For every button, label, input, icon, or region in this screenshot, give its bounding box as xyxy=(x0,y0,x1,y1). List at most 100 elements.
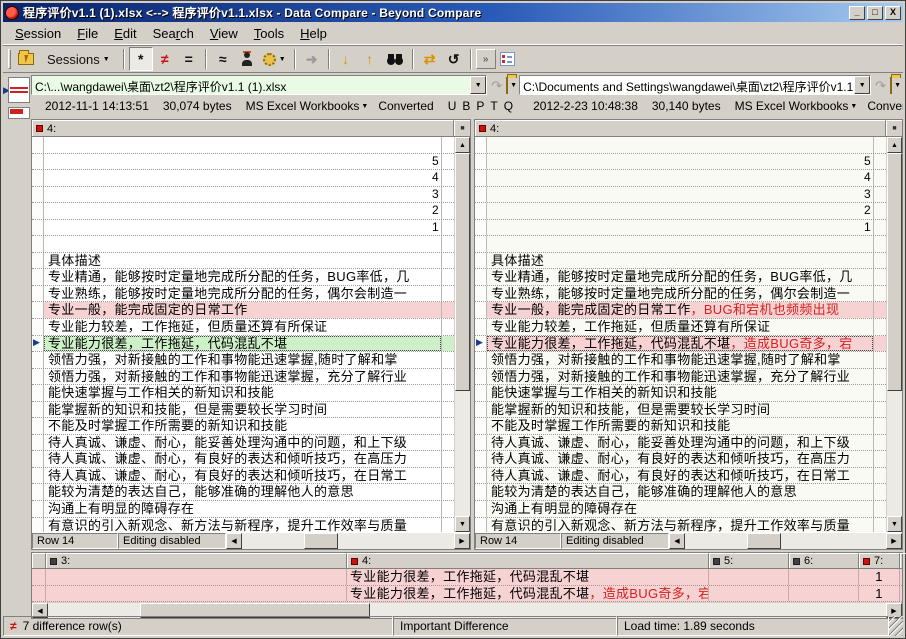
table-row[interactable]: ▶专业能力很差，工作拖延，代码混乱不堪 xyxy=(32,336,454,353)
detail-column-header[interactable]: 3: xyxy=(46,553,347,568)
table-row[interactable]: 4 xyxy=(32,170,454,187)
cell-text[interactable]: 能掌握新的知识和技能，但是需要较长学习时间 xyxy=(44,402,441,418)
scroll-right-icon[interactable]: ▶ xyxy=(454,533,470,549)
table-row[interactable]: 5 xyxy=(475,154,886,171)
left-path-dropdown-icon[interactable]: ▼ xyxy=(470,76,486,94)
table-row[interactable]: 专业精通，能够按时定量地完成所分配的任务，BUG率低，几 xyxy=(32,269,454,286)
scroll-up-icon[interactable]: ▲ xyxy=(887,137,902,153)
scroll-right-icon[interactable]: ▶ xyxy=(886,533,902,549)
toolbar-grip[interactable] xyxy=(8,49,11,69)
cell-text[interactable]: 专业熟练，能够按时定量地完成所分配的任务，偶尔会制造一 xyxy=(487,286,873,302)
cell-text[interactable]: 1 xyxy=(487,220,873,236)
resize-grip[interactable] xyxy=(889,616,903,636)
next-difference-button[interactable]: ↓ xyxy=(334,47,358,71)
detail-column-header[interactable]: 7: xyxy=(859,553,900,568)
table-row[interactable]: 领悟力强，对新接触的工作和事物能迅速掌握，充分了解行业 xyxy=(475,369,886,386)
table-row[interactable]: 待人真诚、谦虚、耐心，有良好的表达和倾听技巧，在日常工 xyxy=(32,468,454,485)
cell-text[interactable]: 5 xyxy=(44,154,441,170)
table-row[interactable]: 沟通上有明显的障碍存在 xyxy=(32,501,454,518)
detail-cell[interactable] xyxy=(789,586,859,602)
table-row[interactable]: 3 xyxy=(32,187,454,204)
left-vertical-scrollbar[interactable]: ▲ ▼ xyxy=(454,137,470,532)
cell-text[interactable]: 专业能力很差，工作拖延，代码混乱不堪，造成BUG奇多，宕 xyxy=(487,336,873,352)
format-flag-t[interactable]: T xyxy=(490,99,497,113)
format-flag-b[interactable]: B xyxy=(462,99,470,113)
format-flag-p[interactable]: P xyxy=(476,99,484,113)
menu-search[interactable]: Search xyxy=(145,24,202,43)
menu-session[interactable]: Session xyxy=(7,24,69,43)
detail-row[interactable]: 专业能力很差，工作拖延，代码混乱不堪1 xyxy=(32,569,902,586)
table-row[interactable]: 1 xyxy=(475,220,886,237)
format-flag-q[interactable]: Q xyxy=(504,99,513,113)
table-row[interactable]: 不能及时掌握工作所需要的新知识和技能 xyxy=(32,418,454,435)
left-browse-folder-icon[interactable] xyxy=(506,79,508,92)
detail-cell[interactable]: 1 xyxy=(859,586,900,602)
table-row[interactable]: 待人真诚、谦虚、耐心，能妥善处理沟通中的问题，和上下级 xyxy=(32,435,454,452)
scroll-down-icon[interactable]: ▼ xyxy=(887,516,902,532)
table-row[interactable]: 能快速掌握与工作相关的新知识和技能 xyxy=(32,385,454,402)
scrollbar-thumb[interactable] xyxy=(304,533,338,549)
cell-text[interactable]: 待人真诚、谦虚、耐心，有良好的表达和倾听技巧，在高压力 xyxy=(44,451,441,467)
table-row[interactable] xyxy=(32,236,454,253)
cell-text[interactable]: 待人真诚、谦虚、耐心，有良好的表达和倾听技巧，在日常工 xyxy=(487,468,873,484)
title-bar[interactable]: 程序评价v1.1 (1).xlsx <--> 程序评价v1.1.xlsx - D… xyxy=(3,3,903,22)
cell-text[interactable]: 领悟力强，对新接触的工作和事物能迅速掌握,随时了解和掌 xyxy=(487,352,873,368)
cell-text[interactable]: 5 xyxy=(487,154,873,170)
table-row[interactable]: 2 xyxy=(475,203,886,220)
cell-text[interactable]: 专业一般，能完成固定的日常工作 xyxy=(44,302,441,318)
right-header-options-button[interactable]: ■ xyxy=(886,120,902,136)
show-matches-button[interactable]: = xyxy=(177,47,201,71)
cell-text[interactable] xyxy=(487,236,873,252)
session-settings-button[interactable]: ▼ xyxy=(259,47,290,71)
previous-difference-button[interactable]: ↑ xyxy=(358,47,382,71)
scrollbar-thumb[interactable] xyxy=(455,153,470,391)
menu-edit[interactable]: Edit xyxy=(106,24,144,43)
left-file-format-dropdown[interactable]: MS Excel Workbooks xyxy=(246,99,360,113)
right-path-dropdown-icon[interactable]: ▼ xyxy=(854,76,870,94)
table-row[interactable] xyxy=(475,137,886,154)
table-row[interactable]: 专业精通，能够按时定量地完成所分配的任务，BUG率低，几 xyxy=(475,269,886,286)
table-row[interactable]: 具体描述 xyxy=(475,253,886,270)
detail-column-header[interactable]: 5: xyxy=(709,553,789,568)
cell-text[interactable] xyxy=(44,236,441,252)
detail-cell[interactable]: 1 xyxy=(859,569,900,585)
maximize-button[interactable]: □ xyxy=(867,6,883,20)
view-mode-button[interactable] xyxy=(496,47,520,71)
cell-text[interactable]: 3 xyxy=(487,187,873,203)
table-row[interactable]: 待人真诚、谦虚、耐心，有良好的表达和倾听技巧，在日常工 xyxy=(475,468,886,485)
table-row[interactable]: 领悟力强，对新接触的工作和事物能迅速掌握,随时了解和掌 xyxy=(475,352,886,369)
detail-cell[interactable] xyxy=(46,569,347,585)
cell-text[interactable]: 待人真诚、谦虚、耐心，有良好的表达和倾听技巧，在日常工 xyxy=(44,468,441,484)
right-browse-folder-icon[interactable] xyxy=(890,79,892,92)
cell-text[interactable]: 专业一般，能完成固定的日常工作，BUG和宕机也频频出现 xyxy=(487,302,873,318)
sessions-dropdown[interactable]: Sessions ▼ xyxy=(38,47,119,71)
cell-text[interactable]: 3 xyxy=(44,187,441,203)
diff-map-thumbnail[interactable] xyxy=(8,77,30,103)
detail-cell[interactable] xyxy=(709,586,789,602)
table-row[interactable]: 专业熟练，能够按时定量地完成所分配的任务，偶尔会制造一 xyxy=(475,286,886,303)
detail-cell[interactable] xyxy=(46,586,347,602)
cell-text[interactable]: 领悟力强，对新接触的工作和事物能迅速掌握，充分了解行业 xyxy=(44,369,441,385)
detail-column-header[interactable]: 4: xyxy=(347,553,709,568)
cell-text[interactable]: 能掌握新的知识和技能，但是需要较长学习时间 xyxy=(487,402,873,418)
format-flag-u[interactable]: U xyxy=(448,99,457,113)
left-browse-dropdown-icon[interactable]: ▼ xyxy=(510,82,517,89)
detail-row[interactable]: 专业能力很差，工作拖延，代码混乱不堪，造成BUG奇多，宕1 xyxy=(32,586,902,603)
cell-text[interactable]: 1 xyxy=(44,220,441,236)
show-differences-button[interactable]: ≠ xyxy=(153,47,177,71)
cell-text[interactable]: 待人真诚、谦虚、耐心，能妥善处理沟通中的问题，和上下级 xyxy=(44,435,441,451)
cell-text[interactable]: 能快速掌握与工作相关的新知识和技能 xyxy=(487,385,873,401)
table-row[interactable]: ▶专业能力很差，工作拖延，代码混乱不堪，造成BUG奇多，宕 xyxy=(475,336,886,353)
table-row[interactable]: 沟通上有明显的障碍存在 xyxy=(475,501,886,518)
cell-text[interactable]: 有意识的引入新观念、新方法与新程序，提升工作效率与质量 xyxy=(44,518,441,532)
table-row[interactable]: 能快速掌握与工作相关的新知识和技能 xyxy=(475,385,886,402)
cell-text[interactable]: 具体描述 xyxy=(487,253,873,269)
table-row[interactable]: 专业能力较差，工作拖延，但质量还算有所保证 xyxy=(32,319,454,336)
right-file-path[interactable]: C:\Documents and Settings\wangdawei\桌面\z… xyxy=(520,76,854,94)
menu-tools[interactable]: Tools xyxy=(246,24,292,43)
menu-help[interactable]: Help xyxy=(292,24,335,43)
cell-text[interactable]: 能快速掌握与工作相关的新知识和技能 xyxy=(44,385,441,401)
scroll-down-icon[interactable]: ▼ xyxy=(455,516,470,532)
scroll-left-icon[interactable]: ◀ xyxy=(669,533,685,549)
right-vertical-scrollbar[interactable]: ▲ ▼ xyxy=(886,137,902,532)
